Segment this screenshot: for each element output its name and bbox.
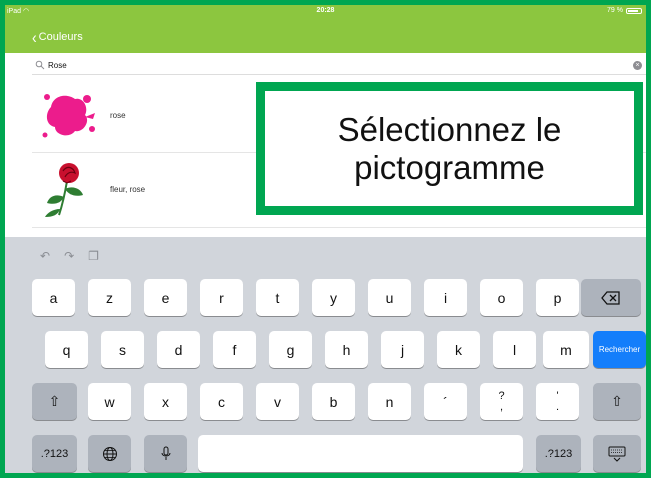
key-b[interactable]: b: [312, 383, 355, 420]
divider: [32, 227, 646, 228]
key-x[interactable]: x: [144, 383, 187, 420]
pink-paint-splash-icon: [42, 94, 95, 138]
key-s[interactable]: s: [101, 331, 144, 368]
key-apostrophe-period[interactable]: ' .: [536, 383, 579, 420]
microphone-key[interactable]: [144, 435, 187, 472]
status-time: 20:28: [316, 7, 335, 14]
back-button[interactable]: ‹ Couleurs: [32, 27, 83, 47]
key-y[interactable]: y: [312, 279, 355, 316]
chevron-left-icon: ‹: [32, 27, 37, 47]
key-e[interactable]: e: [144, 279, 187, 316]
callout-line-1: Sélectionnez le: [337, 110, 562, 148]
screen-frame: iPad ◠ 20:28 79 % ‹ Couleurs ×: [0, 0, 651, 478]
key-v[interactable]: v: [256, 383, 299, 420]
numbers-key[interactable]: .?123: [32, 435, 77, 472]
key-j[interactable]: j: [381, 331, 424, 368]
key-a[interactable]: a: [32, 279, 75, 316]
battery-percent: 79 %: [607, 7, 623, 14]
back-label: Couleurs: [38, 31, 83, 43]
status-battery: 79 %: [607, 7, 642, 14]
key-i[interactable]: i: [424, 279, 467, 316]
paste-icon[interactable]: ❐: [88, 249, 99, 263]
on-screen-keyboard: ↶ ↷ ❐ a z e r t y u i o p q s d f g h j …: [5, 237, 646, 473]
microphone-icon: [161, 446, 170, 460]
key-l[interactable]: l: [493, 331, 536, 368]
key-n[interactable]: n: [368, 383, 411, 420]
key-z[interactable]: z: [88, 279, 131, 316]
backspace-icon: [601, 290, 620, 305]
undo-icon[interactable]: ↶: [40, 249, 50, 263]
red-rose-flower-icon: [45, 163, 83, 217]
key-u[interactable]: u: [368, 279, 411, 316]
numbers-key-right[interactable]: .?123: [536, 435, 581, 472]
key-k[interactable]: k: [437, 331, 480, 368]
shift-icon: ⇧: [611, 393, 623, 409]
key-h[interactable]: h: [325, 331, 368, 368]
key-g[interactable]: g: [269, 331, 312, 368]
callout-line-2: pictogramme: [354, 148, 545, 186]
navigation-bar: iPad ◠ 20:28 79 % ‹ Couleurs: [5, 5, 646, 53]
globe-icon: [102, 446, 117, 461]
key-t[interactable]: t: [256, 279, 299, 316]
battery-icon: [626, 7, 642, 14]
key-question-comma[interactable]: ? ,: [480, 383, 523, 420]
instruction-callout: Sélectionnez le pictogramme: [256, 82, 643, 215]
shift-icon: ⇧: [48, 393, 61, 409]
shift-right-key[interactable]: ⇧: [593, 383, 641, 420]
search-input[interactable]: [48, 59, 608, 72]
key-p[interactable]: p: [536, 279, 579, 316]
result-label: rose: [110, 110, 126, 120]
clear-search-icon[interactable]: ×: [633, 61, 642, 70]
key-o[interactable]: o: [480, 279, 523, 316]
globe-key[interactable]: [88, 435, 131, 472]
backspace-key[interactable]: [581, 279, 641, 316]
search-icon: [35, 60, 45, 70]
search-bar: ×: [32, 58, 646, 75]
hide-keyboard-key[interactable]: [593, 435, 641, 472]
key-d[interactable]: d: [157, 331, 200, 368]
keyboard-shortcut-bar: ↶ ↷ ❐: [40, 249, 99, 263]
space-bar[interactable]: [198, 435, 523, 472]
key-m[interactable]: m: [543, 331, 589, 368]
key-f[interactable]: f: [213, 331, 256, 368]
key-acute[interactable]: ´: [424, 383, 467, 420]
key-w[interactable]: w: [88, 383, 131, 420]
result-label: fleur, rose: [110, 184, 146, 194]
key-c[interactable]: c: [200, 383, 243, 420]
search-key[interactable]: Rechercher: [593, 331, 646, 368]
redo-icon[interactable]: ↷: [64, 249, 74, 263]
key-q[interactable]: q: [45, 331, 88, 368]
key-r[interactable]: r: [200, 279, 243, 316]
keyboard-dismiss-icon: [608, 446, 626, 462]
shift-key[interactable]: ⇧: [32, 383, 77, 420]
